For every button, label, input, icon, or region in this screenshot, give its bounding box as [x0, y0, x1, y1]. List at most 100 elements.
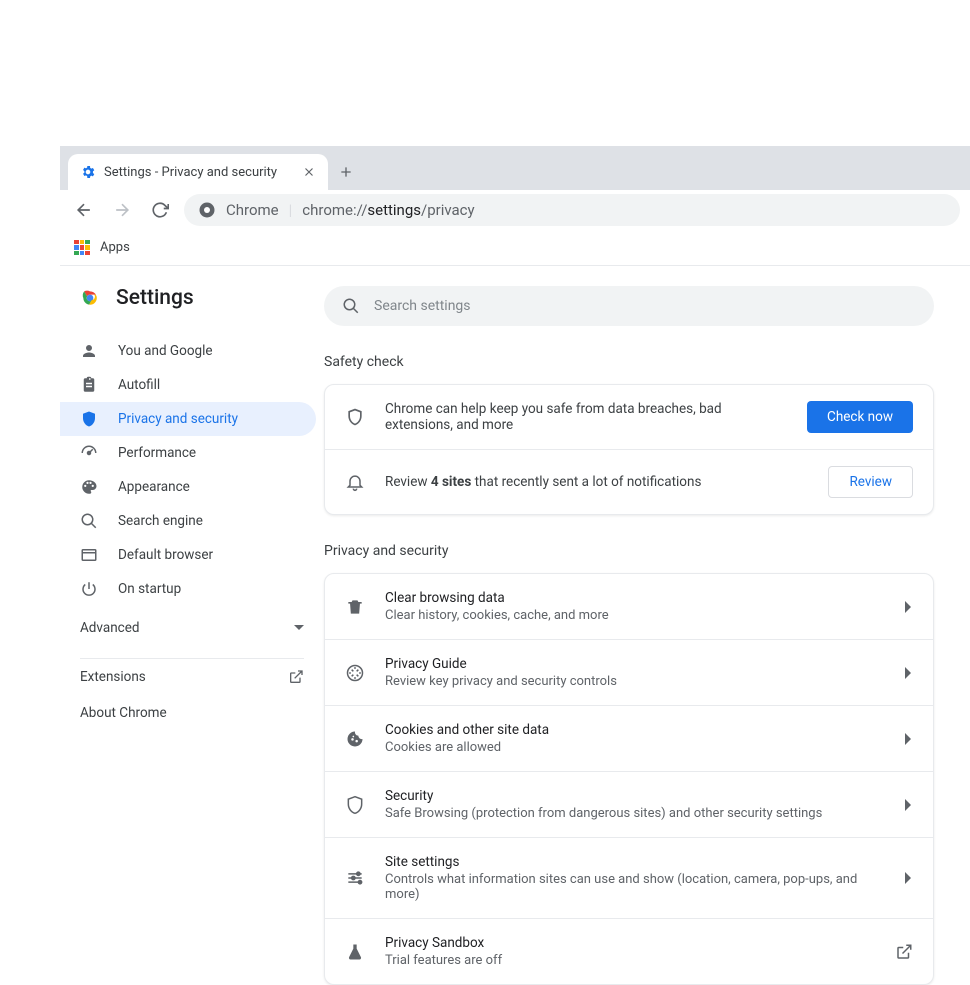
search-placeholder: Search settings: [374, 298, 471, 314]
privacy-guide-row[interactable]: Privacy Guide Review key privacy and sec…: [325, 640, 933, 706]
clear-browsing-data-row[interactable]: Clear browsing data Clear history, cooki…: [325, 574, 933, 640]
chrome-logo-icon: [80, 288, 100, 308]
row-title: Security: [385, 788, 885, 804]
sidebar-item-you-and-google[interactable]: You and Google: [60, 334, 316, 368]
tab-title: Settings - Privacy and security: [104, 165, 277, 180]
browser-tab[interactable]: Settings - Privacy and security: [68, 154, 328, 190]
close-icon: [302, 165, 316, 179]
sidebar-item-privacy-security[interactable]: Privacy and security: [60, 402, 316, 436]
sidebar-item-appearance[interactable]: Appearance: [60, 470, 316, 504]
arrow-left-icon: [74, 200, 94, 220]
review-sites-row: Review 4 sites that recently sent a lot …: [325, 450, 933, 514]
about-label: About Chrome: [80, 705, 167, 721]
search-icon: [342, 297, 360, 315]
row-title: Clear browsing data: [385, 590, 885, 606]
extensions-label: Extensions: [80, 669, 146, 685]
shield-icon: [80, 410, 98, 428]
row-title: Site settings: [385, 854, 885, 870]
safety-check-text: Chrome can help keep you safe from data …: [385, 401, 787, 433]
row-subtitle: Cookies are allowed: [385, 740, 885, 755]
sidebar-item-label: Autofill: [118, 377, 160, 393]
apps-icon[interactable]: [74, 240, 90, 256]
sidebar-item-label: On startup: [118, 581, 181, 597]
row-subtitle: Controls what information sites can use …: [385, 872, 885, 902]
forward-button[interactable]: [108, 196, 136, 224]
power-icon: [80, 580, 98, 598]
safety-check-card: Chrome can help keep you safe from data …: [324, 384, 934, 515]
tab-strip: Settings - Privacy and security: [60, 146, 970, 190]
row-subtitle: Safe Browsing (protection from dangerous…: [385, 806, 885, 821]
search-icon: [80, 512, 98, 530]
sliders-icon: [345, 868, 365, 888]
sidebar: Settings You and Google Autofill Privacy…: [60, 266, 324, 970]
sidebar-item-label: Default browser: [118, 547, 213, 563]
sidebar-item-label: Performance: [118, 445, 196, 461]
review-sites-text: Review 4 sites that recently sent a lot …: [385, 474, 808, 490]
privacy-sandbox-row[interactable]: Privacy Sandbox Trial features are off: [325, 919, 933, 984]
site-settings-row[interactable]: Site settings Controls what information …: [325, 838, 933, 919]
caret-down-icon: [294, 623, 304, 633]
palette-icon: [80, 478, 98, 496]
sidebar-item-default-browser[interactable]: Default browser: [60, 538, 316, 572]
privacy-security-card: Clear browsing data Clear history, cooki…: [324, 573, 934, 985]
bell-icon: [345, 472, 365, 492]
row-subtitle: Review key privacy and security controls: [385, 674, 885, 689]
shield-icon: [345, 795, 365, 815]
open-external-icon: [288, 669, 304, 685]
address-prefix: Chrome: [226, 201, 279, 219]
safety-check-heading: Safety check: [324, 354, 934, 370]
address-url: chrome://settings/privacy: [302, 201, 474, 219]
sidebar-about-chrome[interactable]: About Chrome: [60, 695, 324, 731]
chrome-icon: [198, 201, 216, 219]
sidebar-item-autofill[interactable]: Autofill: [60, 368, 316, 402]
open-external-icon: [895, 943, 913, 961]
sidebar-extensions[interactable]: Extensions: [60, 659, 324, 695]
chevron-right-icon: [905, 667, 913, 679]
arrow-right-icon: [112, 200, 132, 220]
reload-icon: [151, 201, 169, 219]
cookies-row[interactable]: Cookies and other site data Cookies are …: [325, 706, 933, 772]
row-title: Privacy Sandbox: [385, 935, 875, 951]
chevron-right-icon: [905, 601, 913, 613]
shield-check-icon: [345, 407, 365, 427]
flask-icon: [345, 942, 365, 962]
review-button[interactable]: Review: [828, 466, 913, 498]
main-content: Search settings Safety check Chrome can …: [324, 266, 970, 970]
sidebar-item-label: Appearance: [118, 479, 190, 495]
chevron-right-icon: [905, 733, 913, 745]
reload-button[interactable]: [146, 196, 174, 224]
cookie-icon: [345, 729, 365, 749]
browser-toolbar: Chrome | chrome://settings/privacy: [60, 190, 970, 230]
sidebar-item-label: You and Google: [118, 343, 213, 359]
close-tab-button[interactable]: [302, 165, 316, 179]
back-button[interactable]: [70, 196, 98, 224]
apps-label[interactable]: Apps: [100, 240, 130, 255]
search-settings-input[interactable]: Search settings: [324, 286, 934, 326]
security-row[interactable]: Security Safe Browsing (protection from …: [325, 772, 933, 838]
sidebar-item-performance[interactable]: Performance: [60, 436, 316, 470]
plus-icon: [338, 164, 354, 180]
chevron-right-icon: [905, 872, 913, 884]
sidebar-item-search-engine[interactable]: Search engine: [60, 504, 316, 538]
privacy-security-heading: Privacy and security: [324, 543, 934, 559]
compass-icon: [345, 663, 365, 683]
address-bar[interactable]: Chrome | chrome://settings/privacy: [184, 194, 960, 226]
row-title: Privacy Guide: [385, 656, 885, 672]
row-subtitle: Clear history, cookies, cache, and more: [385, 608, 885, 623]
sidebar-item-on-startup[interactable]: On startup: [60, 572, 316, 606]
speedometer-icon: [80, 444, 98, 462]
sidebar-item-label: Search engine: [118, 513, 203, 529]
sidebar-advanced-toggle[interactable]: Advanced: [60, 606, 324, 650]
bookmarks-bar: Apps: [60, 230, 970, 266]
safety-check-row: Chrome can help keep you safe from data …: [325, 385, 933, 450]
chevron-right-icon: [905, 799, 913, 811]
new-tab-button[interactable]: [328, 154, 364, 190]
sidebar-item-label: Privacy and security: [118, 411, 238, 427]
row-subtitle: Trial features are off: [385, 953, 875, 968]
row-title: Cookies and other site data: [385, 722, 885, 738]
person-icon: [80, 342, 98, 360]
clipboard-icon: [80, 376, 98, 394]
browser-icon: [80, 546, 98, 564]
check-now-button[interactable]: Check now: [807, 401, 913, 433]
gear-icon: [80, 164, 96, 180]
